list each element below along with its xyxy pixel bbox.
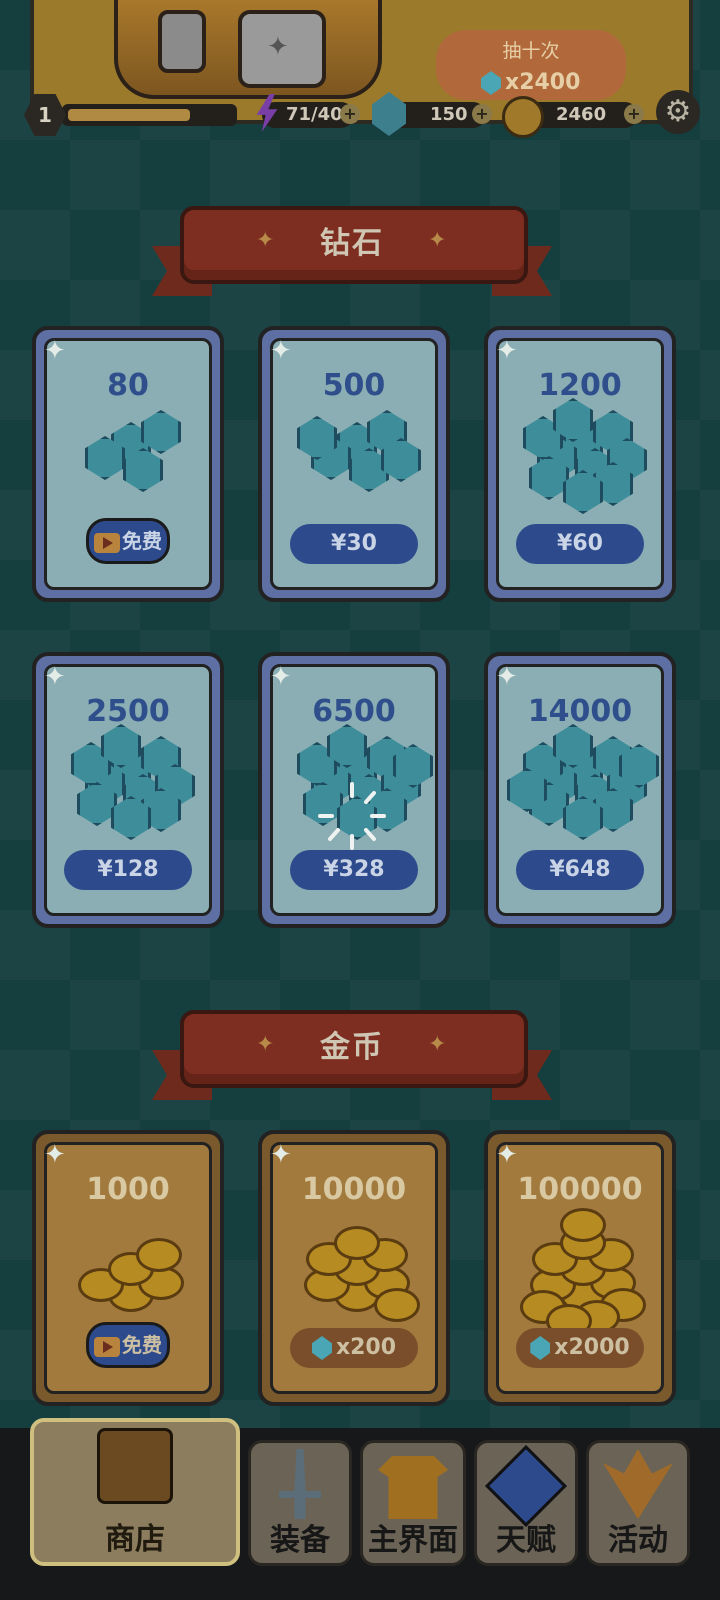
price-label: ¥30	[331, 531, 377, 556]
gold-offer-card[interactable]: ✦ 1000 免费	[32, 1130, 224, 1406]
gem-icon	[372, 92, 406, 136]
energy-counter: 71/40 +	[256, 94, 360, 132]
diamond-offer-amount: 1200	[538, 368, 622, 403]
gem-icon	[311, 1336, 332, 1360]
sparkle-icon: ✦	[270, 1140, 292, 1170]
gem-icon	[530, 1336, 551, 1360]
diamond-offer-card[interactable]: ✦ 2500 ¥128	[32, 652, 224, 928]
diamond-offer-card[interactable]: ✦ 80 免费	[32, 326, 224, 602]
energy-bolt-icon	[256, 94, 278, 132]
gold-offer-card[interactable]: ✦ 10000 x200	[258, 1130, 450, 1406]
diamond-offer-amount: 6500	[312, 694, 396, 729]
watch-ad-free-button[interactable]: 免费	[86, 518, 170, 564]
player-level: 1	[24, 94, 66, 136]
tab-talent[interactable]: 天赋	[474, 1440, 578, 1566]
loading-spinner-icon	[318, 782, 386, 850]
chest-image: ✦	[114, 0, 382, 99]
tab-events-label: 活动	[608, 1523, 668, 1558]
gold-offer-card[interactable]: ✦ 100000 x2000	[484, 1130, 676, 1406]
settings-gear-icon[interactable]: ⚙	[656, 90, 700, 134]
gold-section-header: ✦ ✦ 金币	[152, 1010, 552, 1110]
diamond-offer-card[interactable]: ✦ 1200 ¥60	[484, 326, 676, 602]
xp-bar	[62, 104, 237, 126]
diamond-offer-amount: 2500	[86, 694, 170, 729]
buy-button[interactable]: ¥30	[290, 524, 418, 564]
resource-bar: 1 71/40 + 150 + 2460 + ⚙	[0, 90, 720, 142]
buy-with-gems-button[interactable]: x2000	[516, 1328, 644, 1368]
watch-ad-free-button[interactable]: 免费	[86, 1322, 170, 1368]
draw-ten-button[interactable]: 抽十次 x2400	[436, 30, 626, 100]
tab-main-label: 主界面	[368, 1523, 458, 1558]
price-label: 免费	[122, 1333, 162, 1357]
sparkle-icon: ✦	[496, 662, 518, 692]
energy-value: 71/40	[286, 104, 343, 125]
add-energy-button[interactable]: +	[340, 104, 360, 124]
price-label: 免费	[122, 529, 162, 553]
gold-offer-amount: 100000	[517, 1172, 643, 1207]
bottom-navigation: 商店 装备 主界面 天赋 活动	[0, 1418, 720, 1600]
sparkle-icon: ✦	[44, 662, 66, 692]
coin-value: 2460	[556, 104, 607, 125]
sparkle-icon: ✦	[44, 1140, 66, 1170]
tab-main[interactable]: 主界面	[360, 1440, 466, 1566]
video-ad-icon	[94, 532, 120, 553]
sparkle-icon: ✦	[270, 336, 292, 366]
buy-button[interactable]: ¥648	[516, 850, 644, 890]
buy-with-gems-button[interactable]: x200	[290, 1328, 418, 1368]
price-label: ¥128	[97, 857, 159, 882]
gem-counter: 150 +	[372, 92, 492, 136]
sparkle-icon: ✦	[496, 1140, 518, 1170]
buy-button[interactable]: ¥60	[516, 524, 644, 564]
xp-bar-fill	[68, 109, 190, 121]
diamond-offer-amount: 14000	[527, 694, 633, 729]
event-trophy-icon	[603, 1449, 673, 1519]
gold-title: 金币	[320, 1030, 384, 1065]
coin-counter: 2460 +	[502, 96, 644, 138]
tab-shop[interactable]: 商店	[30, 1418, 240, 1566]
coin-icon	[502, 96, 544, 138]
tab-events[interactable]: 活动	[586, 1440, 690, 1566]
diamond-offer-amount: 80	[107, 368, 149, 403]
video-ad-icon	[94, 1336, 120, 1357]
price-label: ¥60	[557, 531, 603, 556]
diamond-offer-card[interactable]: ✦ 14000 ¥648	[484, 652, 676, 928]
sparkle-icon: ✦	[44, 336, 66, 366]
add-coins-button[interactable]: +	[624, 104, 644, 124]
diamonds-section-header: ✦ ✦ 钻石	[152, 206, 552, 306]
tab-shop-label: 商店	[105, 1522, 165, 1557]
tab-talent-label: 天赋	[496, 1523, 556, 1558]
gem-value: 150	[430, 104, 468, 125]
diamond-offer-amount: 500	[322, 368, 386, 403]
sparkle-icon: ✦	[496, 336, 518, 366]
tab-equipment[interactable]: 装备	[248, 1440, 352, 1566]
sword-shield-icon	[279, 1449, 321, 1519]
price-label: x2000	[554, 1335, 630, 1360]
buy-button[interactable]: ¥328	[290, 850, 418, 890]
diamonds-title: 钻石	[320, 226, 384, 261]
sparkle-icon: ✦	[270, 662, 292, 692]
shop-chest-icon	[97, 1428, 173, 1504]
draw-ten-label: 抽十次	[502, 40, 560, 62]
armor-icon	[378, 1456, 448, 1519]
gold-offer-amount: 10000	[301, 1172, 407, 1207]
add-gems-button[interactable]: +	[472, 104, 492, 124]
buy-button[interactable]: ¥128	[64, 850, 192, 890]
price-label: x200	[335, 1335, 397, 1360]
tab-equipment-label: 装备	[270, 1523, 330, 1558]
price-label: ¥328	[323, 857, 385, 882]
diamond-offer-card[interactable]: ✦ 500 ¥30	[258, 326, 450, 602]
price-label: ¥648	[549, 857, 611, 882]
gold-offer-amount: 1000	[86, 1172, 170, 1207]
